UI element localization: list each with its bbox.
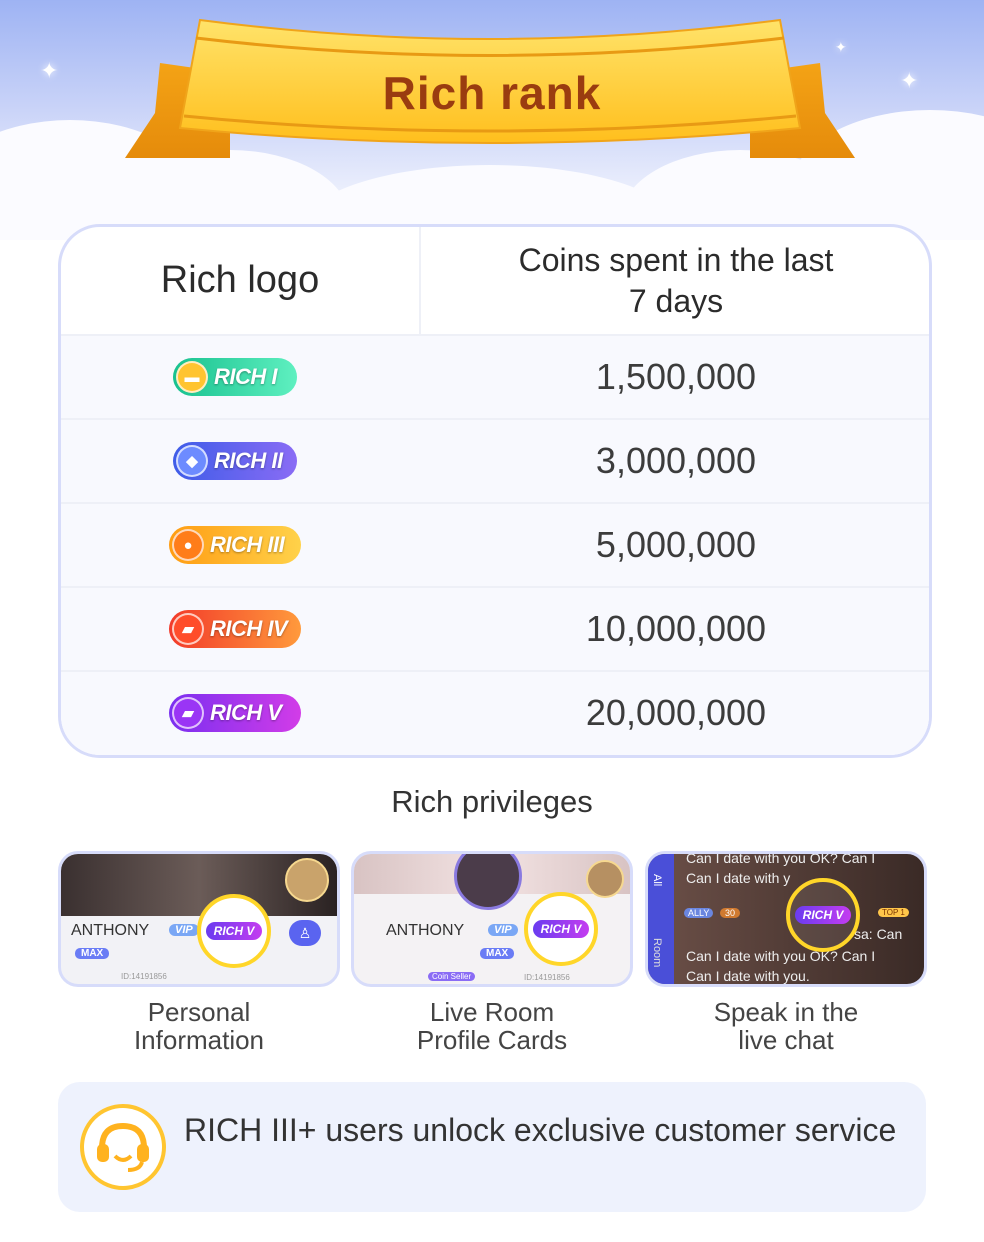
coins-value: 20,000,000	[585, 692, 767, 733]
coin-icon: ▬	[176, 361, 208, 393]
coin-icon: ◆	[176, 445, 208, 477]
rich-badge: ▰ RICH IV	[169, 610, 301, 648]
tab-all[interactable]: All	[651, 874, 663, 886]
rich-badge-label: RICH III	[210, 532, 285, 557]
tab-room[interactable]: Room	[651, 938, 663, 967]
privilege-card-live-room-profile-cards: ANTHONY VIP MAX Coin Seller ID:14191856 …	[351, 851, 633, 987]
privileges-title: Rich privileges	[391, 784, 593, 819]
avatar	[454, 854, 522, 910]
rich-badge-label: RICH IV	[210, 616, 288, 641]
coin-icon: ▰	[172, 697, 204, 729]
coins-value: 3,000,000	[595, 440, 757, 481]
table-row: ▰ RICH V 20,000,000	[61, 670, 929, 755]
chat-tab-rail: All Room	[648, 854, 674, 984]
rich-badge-label: RICH I	[214, 364, 278, 389]
table-row: ● RICH III 5,000,000	[61, 502, 929, 586]
vip-badge: VIP	[488, 924, 518, 936]
table-header: Rich logo Coins spent in the last 7 days	[61, 227, 929, 334]
user-id: ID:14191856	[121, 972, 167, 981]
ally-badge: ALLY	[684, 908, 714, 918]
exclusive-service-banner: RICH III+ users unlock exclusive custome…	[58, 1082, 926, 1212]
coin-icon: ●	[172, 529, 204, 561]
exclusive-service-text: RICH III+ users unlock exclusive custome…	[184, 1112, 897, 1148]
page-title: Rich rank	[382, 67, 602, 119]
caption-live-chat: Speak in the live chat	[713, 997, 859, 1055]
table-row: ◆ RICH II 3,000,000	[61, 418, 929, 502]
headset-glyph	[97, 1122, 149, 1172]
coins-value: 5,000,000	[595, 524, 757, 565]
follow-button[interactable]: ♙	[289, 920, 321, 946]
chat-line-partial: sa: Can	[854, 926, 903, 942]
coins-value: 10,000,000	[585, 608, 767, 649]
magnified-rich-badge: RICH V	[794, 906, 852, 924]
caption-personal-information: Personal Information	[133, 997, 265, 1055]
rich-badge: ● RICH III	[169, 526, 301, 564]
max-badge: MAX	[75, 948, 110, 959]
top-badge: TOP 1	[878, 908, 909, 917]
max-badge: MAX	[480, 948, 515, 959]
magnifier: RICH V	[197, 894, 271, 968]
chat-line: Can I date with y	[686, 870, 791, 886]
table-row: ▬ RICH I 1,500,000	[61, 334, 929, 418]
profile-name: ANTHONY	[386, 922, 465, 939]
headset-icon	[80, 1104, 166, 1190]
rich-badge: ▬ RICH I	[173, 358, 297, 396]
frame-avatar	[586, 860, 624, 898]
table-row: ▰ RICH IV 10,000,000	[61, 586, 929, 670]
user-icon: ♙	[298, 925, 312, 941]
magnifier: RICH V	[786, 878, 860, 952]
chat-line: Can I date with you.	[686, 968, 810, 984]
chat-line: Can I date with you OK? Can I	[686, 851, 876, 866]
rich-badge-label: RICH II	[214, 448, 283, 473]
chat-line: Can I date with you OK? Can I	[686, 948, 876, 964]
profile-name: ANTHONY	[71, 922, 150, 939]
privilege-card-personal-information: ANTHONY VIP MAX ID:14191856 ♙ RICH V	[58, 851, 340, 987]
vip-badge: VIP	[169, 924, 199, 936]
header-rich-logo: Rich logo	[160, 259, 320, 301]
coin-icon: ▰	[172, 613, 204, 645]
user-id: ID:14191856	[524, 973, 570, 982]
coins-value: 1,500,000	[595, 356, 757, 397]
level-badge: 30	[720, 908, 741, 918]
avatar	[285, 858, 329, 902]
rich-badge: ▰ RICH V	[169, 694, 301, 732]
magnifier: RICH V	[524, 892, 598, 966]
caption-live-room-profile-cards: Live Room Profile Cards	[416, 997, 568, 1055]
coin-seller-badge: Coin Seller	[428, 972, 476, 981]
rich-badge-label: RICH V	[210, 700, 282, 725]
privilege-card-live-chat: All Room Can I date with you OK? Can I C…	[645, 851, 927, 987]
rich-badge: ◆ RICH II	[173, 442, 297, 480]
rank-table: Rich logo Coins spent in the last 7 days…	[58, 224, 932, 758]
header-coins-spent: Coins spent in the last 7 days	[518, 241, 834, 319]
magnified-rich-badge: RICH V	[205, 922, 263, 940]
magnified-rich-badge: RICH V	[532, 920, 590, 938]
